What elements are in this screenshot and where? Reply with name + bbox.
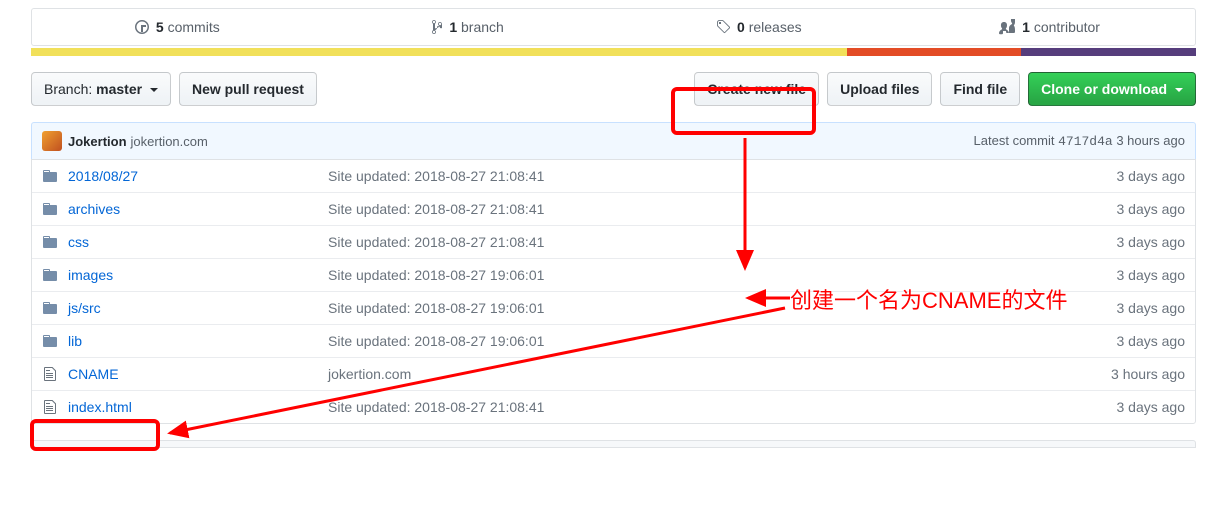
- file-name-link[interactable]: js/src: [68, 300, 328, 316]
- file-name-link[interactable]: lib: [68, 333, 328, 349]
- stat-commits[interactable]: 5 commits: [32, 9, 323, 45]
- latest-commit-label: Latest commit: [974, 133, 1055, 148]
- folder-icon: [42, 300, 58, 316]
- file-age: 3 days ago: [1117, 234, 1186, 250]
- commit-when[interactable]: 3 hours ago: [1116, 133, 1185, 148]
- file-age: 3 days ago: [1117, 201, 1186, 217]
- stat-contributors[interactable]: 1 contributor: [904, 9, 1195, 45]
- commit-sha[interactable]: 4717d4a: [1058, 134, 1113, 149]
- lang-seg-1: [847, 48, 1022, 56]
- lang-seg-2: [1021, 48, 1196, 56]
- file-icon: [42, 366, 58, 382]
- file-row: 2018/08/27Site updated: 2018-08-27 21:08…: [32, 160, 1195, 192]
- commit-meta: Latest commit 4717d4a 3 hours ago: [974, 133, 1185, 149]
- branch-name: master: [96, 81, 142, 97]
- file-row: libSite updated: 2018-08-27 19:06:013 da…: [32, 324, 1195, 357]
- file-age: 3 days ago: [1117, 333, 1186, 349]
- file-age: 3 days ago: [1117, 300, 1186, 316]
- commit-message[interactable]: jokertion.com: [131, 134, 208, 149]
- file-icon: [42, 399, 58, 415]
- folder-icon: [42, 333, 58, 349]
- branch-icon: [432, 19, 442, 35]
- file-name-link[interactable]: css: [68, 234, 328, 250]
- file-commit-msg[interactable]: Site updated: 2018-08-27 19:06:01: [328, 267, 1117, 283]
- caret-down-icon: [150, 88, 158, 92]
- people-icon: [999, 19, 1015, 35]
- repo-stats-bar: 5 commits 1 branch 0 releases 1 contribu…: [31, 8, 1196, 46]
- file-age: 3 days ago: [1117, 168, 1186, 184]
- footer-bar: [31, 440, 1196, 448]
- commit-header: Jokertion jokertion.com Latest commit 47…: [31, 122, 1196, 159]
- history-icon: [135, 19, 149, 35]
- file-row: js/srcSite updated: 2018-08-27 19:06:013…: [32, 291, 1195, 324]
- clone-download-label: Clone or download: [1041, 81, 1167, 97]
- clone-download-button[interactable]: Clone or download: [1028, 72, 1196, 106]
- folder-icon: [42, 234, 58, 250]
- repo-toolbar: Branch: master New pull request Create n…: [31, 72, 1196, 106]
- file-age: 3 days ago: [1117, 267, 1186, 283]
- file-row: CNAMEjokertion.com3 hours ago: [32, 357, 1195, 390]
- file-name-link[interactable]: CNAME: [68, 366, 328, 382]
- stat-branches-count: 1: [449, 19, 457, 35]
- tag-icon: [716, 19, 730, 35]
- file-commit-msg[interactable]: Site updated: 2018-08-27 19:06:01: [328, 300, 1117, 316]
- file-commit-msg[interactable]: Site updated: 2018-08-27 21:08:41: [328, 201, 1117, 217]
- folder-icon: [42, 168, 58, 184]
- file-commit-msg[interactable]: Site updated: 2018-08-27 21:08:41: [328, 399, 1117, 415]
- new-pull-request-button[interactable]: New pull request: [179, 72, 317, 106]
- file-name-link[interactable]: index.html: [68, 399, 328, 415]
- create-new-file-button[interactable]: Create new file: [694, 72, 819, 106]
- file-name-link[interactable]: archives: [68, 201, 328, 217]
- stat-contributors-count: 1: [1022, 19, 1030, 35]
- stat-branches[interactable]: 1 branch: [323, 9, 614, 45]
- file-age: 3 hours ago: [1111, 366, 1185, 382]
- folder-icon: [42, 201, 58, 217]
- file-commit-msg[interactable]: Site updated: 2018-08-27 21:08:41: [328, 168, 1117, 184]
- stat-releases-count: 0: [737, 19, 745, 35]
- stat-releases[interactable]: 0 releases: [614, 9, 905, 45]
- language-bar[interactable]: [31, 48, 1196, 56]
- file-list: 2018/08/27Site updated: 2018-08-27 21:08…: [31, 159, 1196, 424]
- folder-icon: [42, 267, 58, 283]
- branch-prefix: Branch:: [44, 81, 96, 97]
- upload-files-button[interactable]: Upload files: [827, 72, 932, 106]
- branch-select-button[interactable]: Branch: master: [31, 72, 171, 106]
- stat-commits-count: 5: [156, 19, 164, 35]
- stat-branches-label: branch: [461, 19, 504, 35]
- file-name-link[interactable]: images: [68, 267, 328, 283]
- commit-author[interactable]: Jokertion: [68, 134, 127, 149]
- file-age: 3 days ago: [1117, 399, 1186, 415]
- find-file-button[interactable]: Find file: [940, 72, 1020, 106]
- lang-seg-0: [31, 48, 847, 56]
- file-commit-msg[interactable]: Site updated: 2018-08-27 19:06:01: [328, 333, 1117, 349]
- file-row: cssSite updated: 2018-08-27 21:08:413 da…: [32, 225, 1195, 258]
- file-name-link[interactable]: 2018/08/27: [68, 168, 328, 184]
- caret-down-icon: [1175, 88, 1183, 92]
- avatar[interactable]: [42, 131, 62, 151]
- file-row: imagesSite updated: 2018-08-27 19:06:013…: [32, 258, 1195, 291]
- file-row: archivesSite updated: 2018-08-27 21:08:4…: [32, 192, 1195, 225]
- stat-releases-label: releases: [749, 19, 802, 35]
- stat-commits-label: commits: [168, 19, 220, 35]
- stat-contributors-label: contributor: [1034, 19, 1100, 35]
- file-commit-msg[interactable]: Site updated: 2018-08-27 21:08:41: [328, 234, 1117, 250]
- file-row: index.htmlSite updated: 2018-08-27 21:08…: [32, 390, 1195, 423]
- file-commit-msg[interactable]: jokertion.com: [328, 366, 1111, 382]
